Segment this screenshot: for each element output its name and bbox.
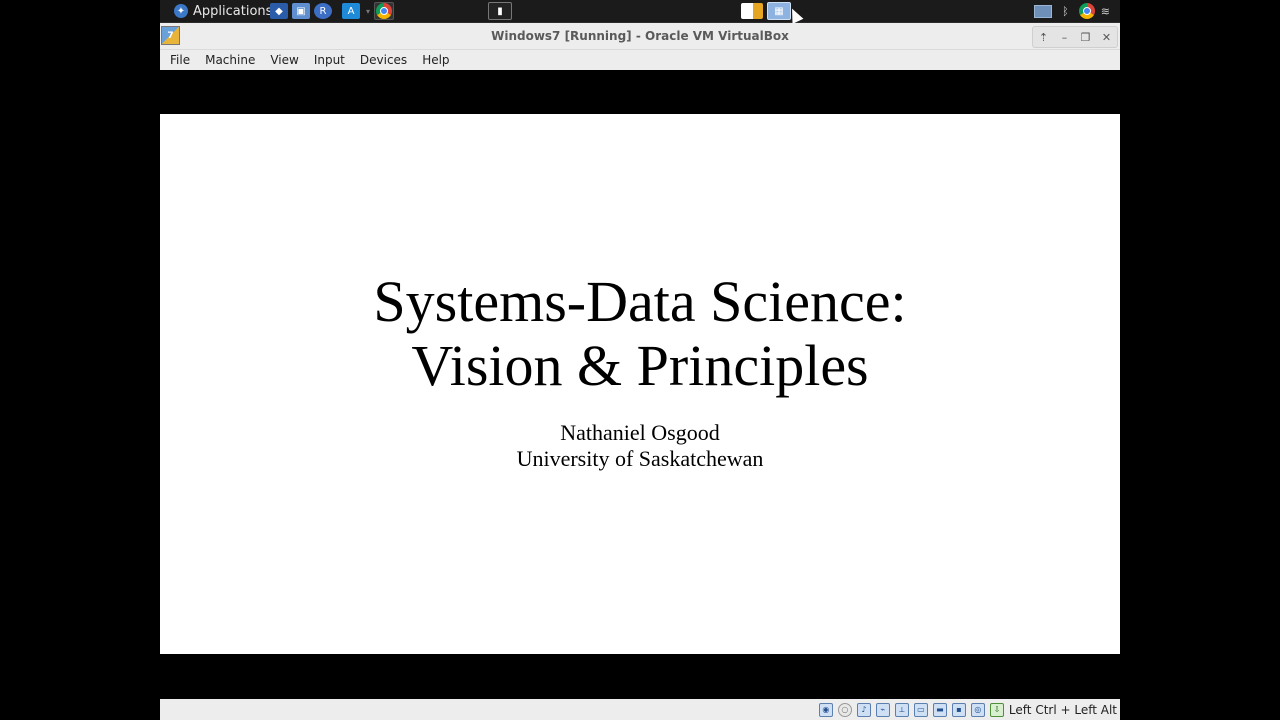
slide-title-line-1: Systems-Data Science: [373, 269, 907, 334]
display-tray-icon[interactable] [1034, 4, 1053, 18]
menu-machine[interactable]: Machine [205, 53, 255, 67]
window-controls: ⇡ – ❐ ✕ [1032, 26, 1118, 48]
distro-logo-icon: ✦ [174, 4, 188, 18]
up-icon[interactable]: ⇡ [1036, 31, 1052, 44]
text-editor-icon[interactable]: A [342, 3, 360, 19]
system-tray: ᛒ ≋ [1034, 2, 1110, 20]
workspace-1-icon[interactable] [741, 3, 763, 19]
maximize-icon[interactable]: ❐ [1078, 31, 1094, 44]
top-panel: ✦ Applications ◆ ▣ R A ▾ ▮ ▦ ᛒ ≋ [160, 0, 1120, 23]
menu-help[interactable]: Help [422, 53, 449, 67]
video-capture-icon[interactable]: ▪ [951, 702, 966, 717]
chrome-icon [376, 3, 393, 19]
slide-affiliation: University of Saskatchewan [516, 446, 764, 471]
applications-menu[interactable]: ✦ Applications [174, 2, 272, 20]
minimize-icon[interactable]: – [1057, 31, 1073, 44]
image-viewer-icon[interactable]: ▣ [292, 3, 310, 19]
hard-disk-icon[interactable]: ◉ [818, 702, 833, 717]
usb-icon[interactable]: ⟂ [894, 702, 909, 717]
slide-title-line-2: Vision & Principles [411, 333, 869, 398]
network-icon[interactable]: ⌁ [875, 702, 890, 717]
window-titlebar[interactable]: 7 Windows7 [Running] - Oracle VM Virtual… [160, 23, 1120, 50]
file-manager-icon[interactable]: ◆ [270, 3, 288, 19]
menu-input[interactable]: Input [314, 53, 345, 67]
chevron-down-icon[interactable]: ▾ [366, 7, 370, 16]
host-key-label: Left Ctrl + Left Alt [1008, 702, 1117, 717]
menu-bar: File Machine View Input Devices Help [160, 50, 1120, 70]
menu-view[interactable]: View [270, 53, 298, 67]
chrome-launcher[interactable] [374, 2, 395, 20]
optical-disk-icon[interactable]: ○ [837, 702, 852, 717]
mouse-integration-icon[interactable]: ◎ [970, 702, 985, 717]
wifi-icon[interactable]: ≋ [1101, 5, 1110, 18]
chrome-tray-icon[interactable] [1078, 3, 1095, 19]
status-bar: ◉ ○ ♪ ⌁ ⟂ ▭ ▬ ▪ ◎ ⇩ Left Ctrl + Left Alt [160, 699, 1120, 720]
window-title: Windows7 [Running] - Oracle VM VirtualBo… [491, 29, 789, 43]
terminal-icon: ▮ [488, 2, 512, 20]
slide-title: Systems-Data Science: Vision & Principle… [160, 270, 1120, 398]
terminal-task[interactable]: ▮ [488, 2, 512, 20]
shared-folders-icon[interactable]: ▭ [913, 702, 928, 717]
menu-devices[interactable]: Devices [360, 53, 407, 67]
bluetooth-icon[interactable]: ᛒ [1062, 5, 1069, 18]
guest-display-slide[interactable]: Systems-Data Science: Vision & Principle… [160, 114, 1120, 654]
keyboard-icon[interactable]: ⇩ [989, 702, 1004, 717]
audio-icon[interactable]: ♪ [856, 702, 871, 717]
close-icon[interactable]: ✕ [1099, 31, 1115, 44]
menu-file[interactable]: File [170, 53, 190, 67]
applications-label: Applications [193, 3, 273, 19]
slide-subtitle: Nathaniel Osgood University of Saskatche… [160, 420, 1120, 472]
display-icon[interactable]: ▬ [932, 702, 947, 717]
workspace-switcher[interactable]: ▦ [741, 2, 791, 20]
r-icon[interactable]: R [314, 3, 332, 19]
launcher-icons: ◆ ▣ R A ▾ [270, 2, 395, 20]
slide-author: Nathaniel Osgood [560, 420, 720, 445]
